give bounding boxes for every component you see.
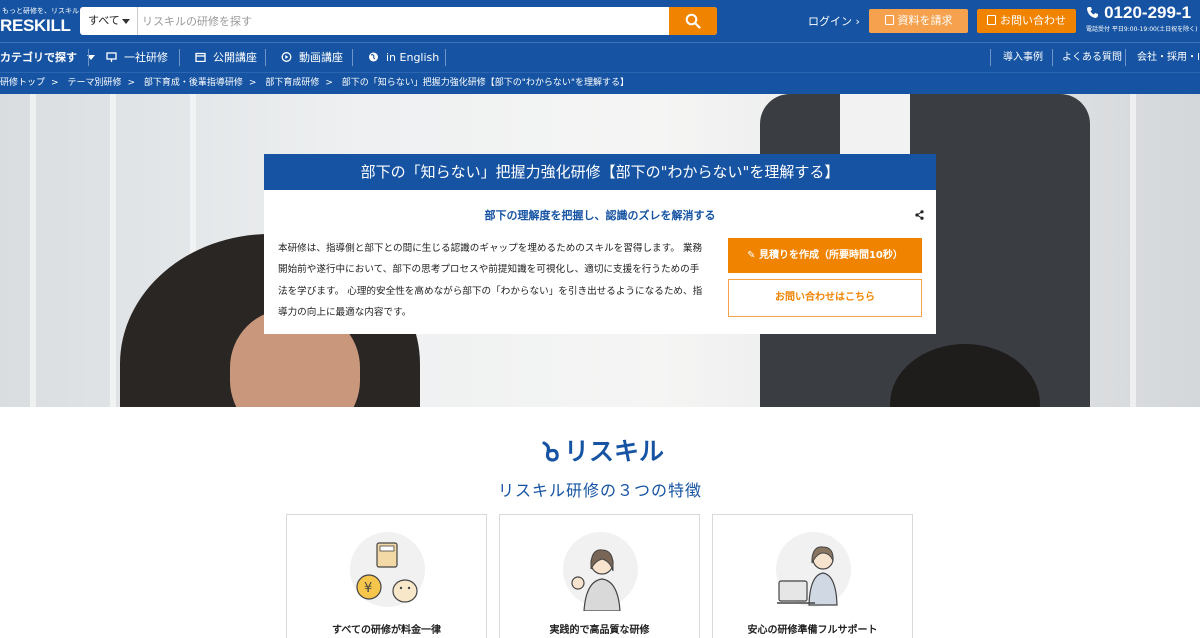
breadcrumb-bar: 研修トップ > テーマ別研修 > 部下育成・後輩指導研修 > 部下育成研修 > 部下の「… <box>0 72 1200 94</box>
phone-icon <box>1087 7 1098 18</box>
login-label: ログイン <box>808 15 852 28</box>
brand-logo: リスキル <box>540 432 664 466</box>
breadcrumb-item[interactable]: 部下育成研修 <box>265 78 319 88</box>
breadcrumb-separator: > <box>325 78 333 88</box>
reskill-mark-icon <box>542 441 559 462</box>
nav-item-label: 動画講座 <box>299 51 343 64</box>
inquiry-button[interactable]: お問い合わせはこちら <box>728 279 922 317</box>
site-logo[interactable]: もっと研修を、リスキル RESKILL <box>0 4 79 38</box>
nav-category[interactable]: カテゴリで探す <box>0 43 95 72</box>
course-summary-card: 部下の「知らない」把握力強化研修【部下の"わからない"を理解する】 部下の理解度… <box>264 154 936 334</box>
search-icon <box>685 13 701 29</box>
feature-card[interactable]: ¥ すべての研修が料金一律 <box>286 514 487 638</box>
nav-divider <box>1052 49 1053 66</box>
support-operator-icon <box>777 546 838 606</box>
breadcrumb-item[interactable]: 研修トップ <box>0 78 45 88</box>
feature-label: 安心の研修準備フルサポート <box>747 625 878 636</box>
breadcrumb-current: 部下の「知らない」把握力強化研修【部下の"わからない"を理解する】 <box>341 78 630 88</box>
login-link[interactable]: ログイン › <box>808 13 860 29</box>
nav-category-label: カテゴリで探す <box>0 51 77 64</box>
instructor-icon <box>571 549 621 611</box>
main-nav: カテゴリで探す 一社研修 公開講座 動画講座 in English 導入事例 よ… <box>0 42 1200 72</box>
logo-tagline: もっと研修を、リスキル <box>2 7 79 15</box>
document-icon <box>884 15 894 25</box>
estimate-button-label: 見積りを作成（所要時間10秒） <box>758 250 903 261</box>
page-subtitle: 部下の理解度を把握し、認識のズレを解消する <box>484 209 716 222</box>
nav-divider <box>265 49 266 66</box>
nav-item-video-course[interactable]: 動画講座 <box>281 43 343 72</box>
nav-divider <box>445 49 446 66</box>
nav-item-company[interactable]: 会社・採用・IR <box>1137 43 1200 72</box>
hero-bg-window <box>110 94 116 407</box>
nav-item-public-course[interactable]: 公開講座 <box>195 43 257 72</box>
search-input[interactable] <box>142 7 642 35</box>
page-title: 部下の「知らない」把握力強化研修【部下の"わからない"を理解する】 <box>264 154 936 190</box>
nav-item-case-studies[interactable]: 導入事例 <box>1003 43 1043 72</box>
share-icon[interactable] <box>915 210 924 220</box>
contact-button[interactable]: お問い合わせ <box>977 9 1076 33</box>
mail-icon <box>987 15 996 25</box>
feature-label: すべての研修が料金一律 <box>332 625 441 636</box>
nav-item-faq[interactable]: よくある質問 <box>1062 43 1122 72</box>
presentation-icon <box>106 52 117 62</box>
nav-divider <box>990 49 991 66</box>
nav-item-inhouse[interactable]: 一社研修 <box>106 43 168 72</box>
nav-item-english[interactable]: in English <box>368 43 439 72</box>
nav-divider <box>352 49 353 66</box>
contact-label: お問い合わせ <box>1000 14 1066 27</box>
nav-divider <box>179 49 180 66</box>
hero-photo-shirt <box>840 94 910 154</box>
globe-icon <box>369 52 378 62</box>
feature-card[interactable]: 安心の研修準備フルサポート <box>712 514 913 638</box>
breadcrumb-separator: > <box>127 78 135 88</box>
breadcrumb-item[interactable]: テーマ別研修 <box>67 78 121 88</box>
estimate-button[interactable]: ✎ 見積りを作成（所要時間10秒） <box>728 238 922 273</box>
site-header: もっと研修を、リスキル RESKILL すべて ログイン › 資料を請求 お問い… <box>0 0 1200 42</box>
phone-number: 0120-299-1 <box>1104 3 1192 22</box>
play-icon <box>281 52 292 62</box>
phone-hours: 電話受付 平日9:00-19:00(土日祝を除く) <box>1086 26 1198 33</box>
search-button[interactable] <box>669 7 717 35</box>
features-title: リスキル研修の３つの特徴 <box>497 481 702 500</box>
nav-divider <box>1125 49 1126 66</box>
nav-item-label: in English <box>386 51 440 64</box>
breadcrumb-separator: > <box>248 78 257 88</box>
calculator-coin-piggybank-icon: ¥ <box>356 542 418 603</box>
breadcrumb: 研修トップ > テーマ別研修 > 部下育成・後輩指導研修 > 部下育成研修 > 部下の「… <box>0 73 629 94</box>
nav-item-label: 一社研修 <box>124 51 168 64</box>
logo-name: RESKILL <box>0 16 71 35</box>
search-scope-select[interactable]: すべて <box>80 7 138 35</box>
chevron-right-icon: › <box>855 15 860 28</box>
nav-divider <box>88 49 89 66</box>
phone-contact[interactable]: 0120-299-1 電話受付 平日9:00-19:00(土日祝を除く) <box>1086 3 1198 33</box>
feature-label: 実践的で高品質な研修 <box>549 625 650 636</box>
request-docs-label: 資料を請求 <box>897 14 953 27</box>
pencil-icon: ✎ <box>747 250 759 261</box>
chevron-down-icon <box>122 19 130 24</box>
breadcrumb-item[interactable]: 部下育成・後輩指導研修 <box>144 78 243 88</box>
nav-item-label: 公開講座 <box>213 51 257 64</box>
brand-name: リスキル <box>564 437 665 466</box>
hero-bg-window <box>1130 94 1136 407</box>
request-docs-button[interactable]: 資料を請求 <box>869 9 968 33</box>
breadcrumb-separator: > <box>51 78 59 88</box>
calendar-icon <box>195 52 206 62</box>
course-description: 本研修は、指導側と部下との間に生じる認識のギャップを埋めるためのスキルを習得しま… <box>278 243 703 318</box>
svg-text:¥: ¥ <box>364 581 372 596</box>
feature-card[interactable]: 実践的で高品質な研修 <box>499 514 700 638</box>
hero-bg-window <box>30 94 36 407</box>
search-bar: すべて <box>80 7 717 35</box>
search-scope-label: すべて <box>88 14 120 27</box>
